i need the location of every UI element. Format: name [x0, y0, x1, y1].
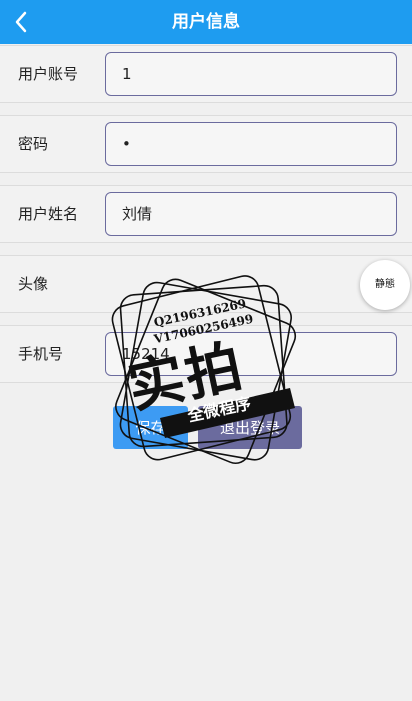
avatar[interactable]: 静態 [360, 260, 410, 310]
account-label: 用户账号 [18, 65, 79, 83]
name-row: 用户姓名 刘倩 [0, 185, 412, 243]
name-field[interactable]: 刘倩 [105, 192, 397, 236]
password-row: 密码 • [0, 115, 412, 173]
password-label: 密码 [18, 135, 49, 153]
account-field[interactable]: 1 [105, 52, 397, 96]
phone-field[interactable]: 15214 [105, 332, 397, 376]
app-header: 用户信息 [0, 0, 412, 44]
page-title: 用户信息 [172, 12, 240, 32]
password-field[interactable]: • [105, 122, 397, 166]
logout-button[interactable]: 退出登录 [198, 406, 302, 449]
account-row: 用户账号 1 [0, 45, 412, 103]
name-label: 用户姓名 [18, 205, 79, 223]
save-button[interactable]: 保存 [113, 406, 188, 449]
avatar-row: 头像 静態 [0, 255, 412, 313]
phone-row: 手机号 15214 [0, 325, 412, 383]
avatar-label: 头像 [18, 275, 49, 293]
phone-label: 手机号 [18, 345, 64, 363]
